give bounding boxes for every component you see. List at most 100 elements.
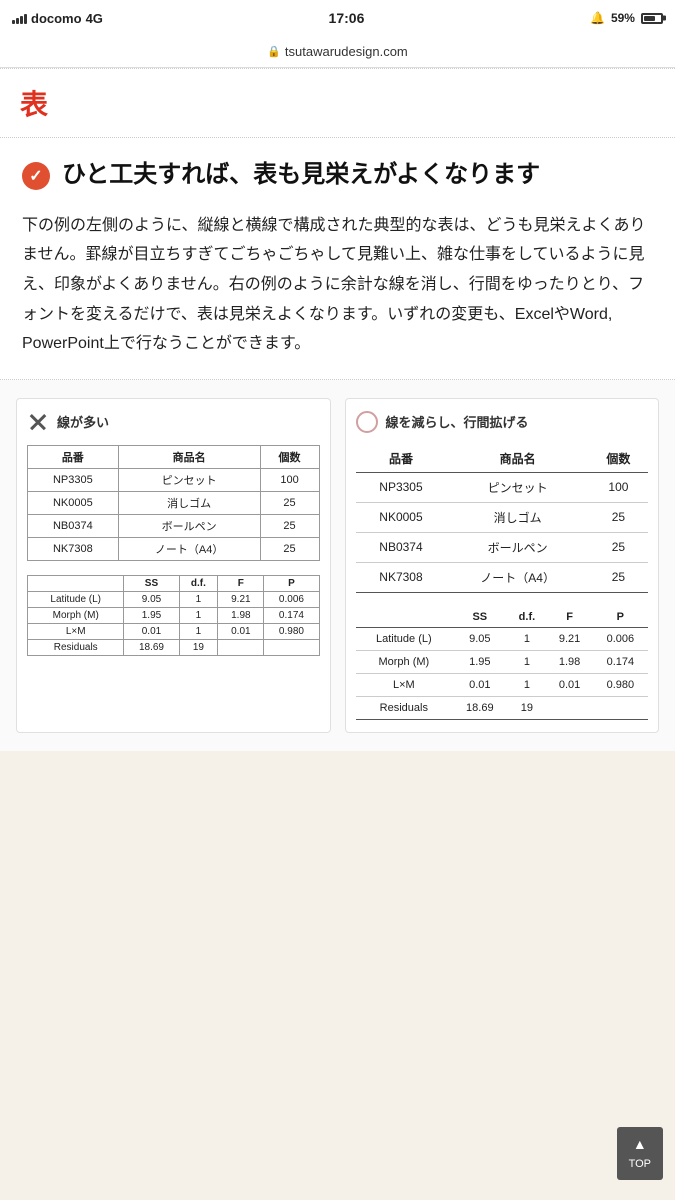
good-t1-r3c3: 25 — [589, 532, 648, 562]
good-t1-r2c1: NK0005 — [356, 502, 447, 532]
bad-t2-h1: SS — [124, 575, 179, 591]
article-heading-text: ひと工夫すれば、表も見栄えがよくなります — [62, 158, 540, 193]
good-t1-r4c3: 25 — [589, 562, 648, 592]
good-example-header: 線を減らし、行間拡げる — [356, 411, 649, 433]
bad-t2-r2c4: 0.174 — [264, 607, 319, 623]
good-t2-row-2: Morph (M) 1.95 1 1.98 0.174 — [356, 650, 649, 673]
bad-t2-r1c1: 9.05 — [124, 591, 179, 607]
bad-t1-r2c1: NK0005 — [28, 491, 119, 514]
bad-t2-r3c0: L×M — [28, 623, 124, 639]
bad-t1-r3c2: ボールペン — [118, 514, 260, 537]
bad-t1-h2: 商品名 — [118, 445, 260, 468]
network-label: 4G — [86, 11, 103, 26]
good-t1-r1c1: NP3305 — [356, 472, 447, 502]
good-t2-r2c2: 1 — [507, 650, 546, 673]
bad-t2-r1c2: 1 — [179, 591, 218, 607]
good-t2-r4c2: 19 — [507, 696, 546, 719]
bad-t1-row-4: NK7308 ノート（A4） 25 — [28, 537, 320, 560]
bad-t2-r4c0: Residuals — [28, 639, 124, 655]
bad-t1-h1: 品番 — [28, 445, 119, 468]
good-t2-row-3: L×M 0.01 1 0.01 0.980 — [356, 673, 649, 696]
good-t2-r1c1: 9.05 — [452, 627, 507, 650]
bad-t2-r2c1: 1.95 — [124, 607, 179, 623]
bad-t2-row-1: Latitude (L) 9.05 1 9.21 0.006 — [28, 591, 320, 607]
article-heading: ひと工夫すれば、表も見栄えがよくなります — [22, 158, 653, 193]
bad-example-header: 線が多い — [27, 411, 320, 433]
good-t2-r3c3: 0.01 — [546, 673, 592, 696]
good-t2-r1c3: 9.21 — [546, 627, 592, 650]
bad-t1-r4c2: ノート（A4） — [118, 537, 260, 560]
good-t2-h3: F — [546, 607, 592, 628]
page-content: 表 ひと工夫すれば、表も見栄えがよくなります 下の例の左側のように、縦線と横線で… — [0, 68, 675, 751]
bad-t1-r3c3: 25 — [260, 514, 319, 537]
bad-t1-row-2: NK0005 消しゴム 25 — [28, 491, 320, 514]
carrier-label: docomo — [31, 11, 82, 26]
good-t2-r2c1: 1.95 — [452, 650, 507, 673]
battery-icon — [641, 13, 663, 24]
good-t1-h2: 商品名 — [446, 445, 588, 473]
good-t1-r1c2: ピンセット — [446, 472, 588, 502]
battery-fill — [644, 16, 655, 21]
section-title: 表 — [20, 83, 655, 123]
bad-t2-r4c3 — [218, 639, 264, 655]
good-t2-h0 — [356, 607, 453, 628]
url-text: tsutawarudesign.com — [285, 44, 408, 59]
article-body: 下の例の左側のように、縦線と横線で構成された典型的な表は、どうも見栄えよくありま… — [22, 211, 653, 359]
good-t1-row-4: NK7308 ノート（A4） 25 — [356, 562, 649, 592]
bad-t2-r3c2: 1 — [179, 623, 218, 639]
good-t2-r1c0: Latitude (L) — [356, 627, 453, 650]
signal-bar-2 — [16, 18, 19, 24]
bad-t1-h3: 個数 — [260, 445, 319, 468]
top-button-label: TOP — [629, 1158, 651, 1170]
good-t1-h3: 個数 — [589, 445, 648, 473]
article-section: ひと工夫すれば、表も見栄えがよくなります 下の例の左側のように、縦線と横線で構成… — [0, 138, 675, 380]
bad-t2-r1c3: 9.21 — [218, 591, 264, 607]
bad-example-label: 線が多い — [57, 412, 109, 431]
bad-t2-r4c4 — [264, 639, 319, 655]
good-t1-r2c2: 消しゴム — [446, 502, 588, 532]
bad-t2-h0 — [28, 575, 124, 591]
bad-t2-r3c3: 0.01 — [218, 623, 264, 639]
signal-bar-4 — [24, 14, 27, 24]
bad-t1-row-3: NB0374 ボールペン 25 — [28, 514, 320, 537]
bad-t2-r2c2: 1 — [179, 607, 218, 623]
good-t2-r3c0: L×M — [356, 673, 453, 696]
bad-table-1: 品番 商品名 個数 NP3305 ピンセット 100 NK0005 消しゴム 2… — [27, 445, 320, 561]
good-t1-row-2: NK0005 消しゴム 25 — [356, 502, 649, 532]
good-t2-r2c3: 1.98 — [546, 650, 592, 673]
circle-icon — [356, 411, 378, 433]
good-t1-r1c3: 100 — [589, 472, 648, 502]
bad-t1-row-1: NP3305 ピンセット 100 — [28, 468, 320, 491]
bad-t2-h4: P — [264, 575, 319, 591]
good-example-box: 線を減らし、行間拡げる 品番 商品名 個数 NP3305 ピンセット 100 — [345, 398, 660, 733]
bad-t2-h3: F — [218, 575, 264, 591]
good-t2-r3c2: 1 — [507, 673, 546, 696]
good-t1-r4c2: ノート（A4） — [446, 562, 588, 592]
good-t2-r3c4: 0.980 — [593, 673, 648, 696]
bad-t1-r4c3: 25 — [260, 537, 319, 560]
url-bar[interactable]: 🔒 tsutawarudesign.com — [0, 36, 675, 68]
good-t2-r1c4: 0.006 — [593, 627, 648, 650]
good-t2-h2: d.f. — [507, 607, 546, 628]
signal-bars — [12, 12, 27, 24]
bad-t2-r2c3: 1.98 — [218, 607, 264, 623]
x-icon — [27, 411, 49, 433]
battery-label: 59% — [611, 11, 635, 25]
good-t2-r4c3 — [546, 696, 592, 719]
good-t2-h4: P — [593, 607, 648, 628]
good-t1-r3c2: ボールペン — [446, 532, 588, 562]
check-circle-icon — [22, 162, 50, 190]
bad-t1-r3c1: NB0374 — [28, 514, 119, 537]
bad-example-box: 線が多い 品番 商品名 個数 NP3305 ピンセット 100 — [16, 398, 331, 733]
status-left: docomo 4G — [12, 11, 103, 26]
good-t2-r4c0: Residuals — [356, 696, 453, 719]
url-bar-inner: 🔒 tsutawarudesign.com — [267, 44, 408, 59]
lock-icon: 🔒 — [267, 45, 281, 58]
bad-t2-h2: d.f. — [179, 575, 218, 591]
good-t2-r2c0: Morph (M) — [356, 650, 453, 673]
bad-t2-row-2: Morph (M) 1.95 1 1.98 0.174 — [28, 607, 320, 623]
status-right: 🔔 59% — [590, 11, 663, 25]
good-t2-row-1: Latitude (L) 9.05 1 9.21 0.006 — [356, 627, 649, 650]
top-button[interactable]: ▲ TOP — [617, 1127, 663, 1180]
bad-t2-r4c1: 18.69 — [124, 639, 179, 655]
